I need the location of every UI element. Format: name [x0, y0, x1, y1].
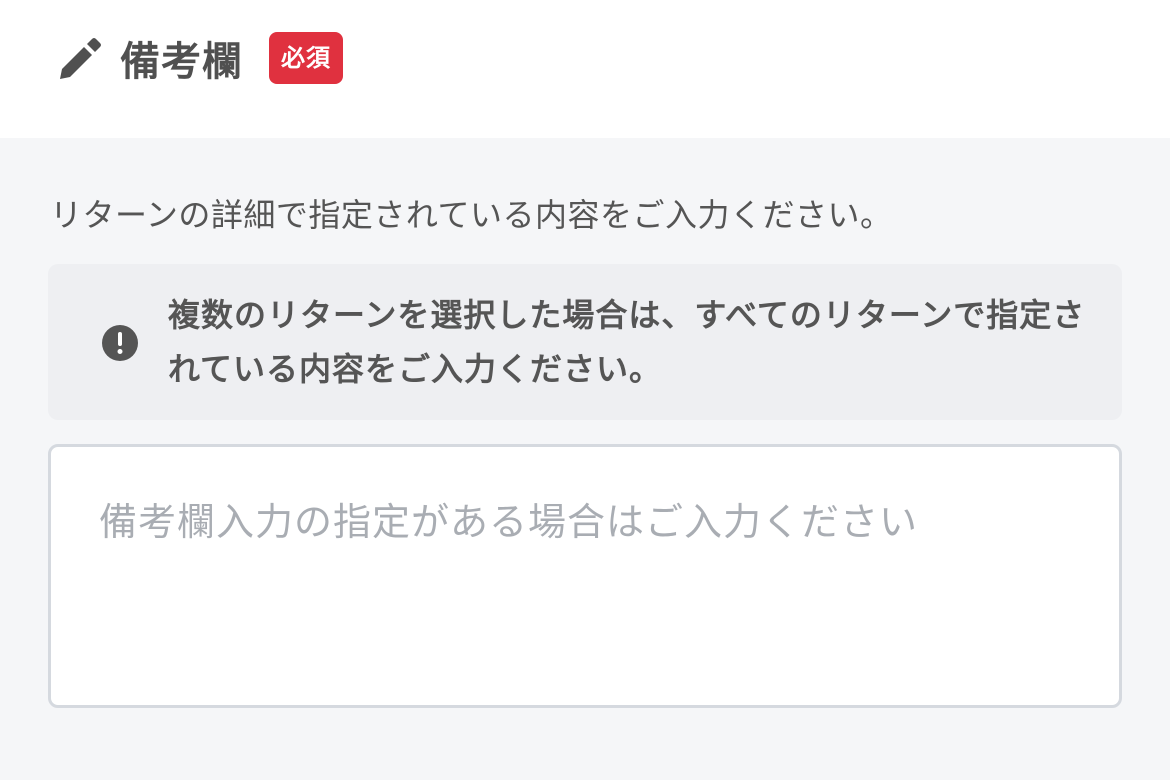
instruction-text: リターンの詳細で指定されている内容をご入力ください。: [50, 196, 893, 234]
remarks-field-container: [48, 444, 1122, 708]
remarks-textarea[interactable]: [51, 447, 1119, 705]
section-body: リターンの詳細で指定されている内容をご入力ください。 複数のリターンを選択した場…: [0, 138, 1170, 780]
section-title: 備考欄: [120, 39, 243, 85]
pencil-icon: [54, 33, 104, 83]
notice-box: 複数のリターンを選択した場合は、すべてのリターンで指定されている内容をご入力くだ…: [48, 264, 1122, 420]
required-badge: 必須: [269, 32, 343, 84]
section-header: 備考欄 必須: [0, 0, 1170, 138]
section-header-row: 備考欄 必須: [54, 30, 343, 86]
exclamation-circle-icon: [101, 324, 139, 362]
notice-text: 複数のリターンを選択した場合は、すべてのリターンで指定されている内容をご入力くだ…: [168, 296, 1086, 388]
